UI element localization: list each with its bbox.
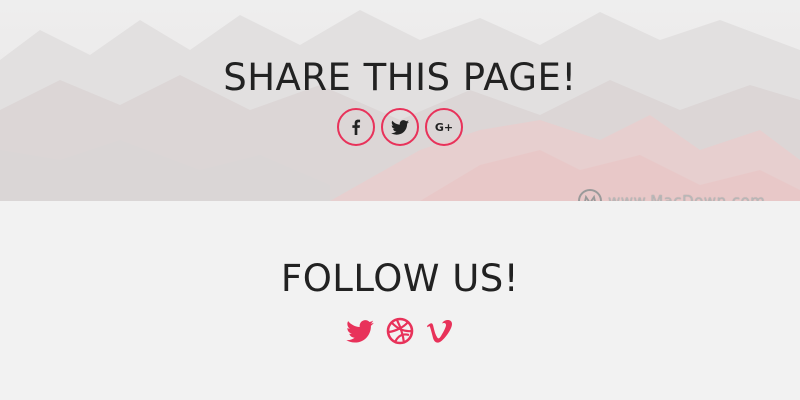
share-buttons: G+ <box>0 108 800 146</box>
mountain-background-image <box>0 10 800 201</box>
macdown-logo-icon <box>578 189 602 201</box>
follow-icons <box>0 316 800 346</box>
dribbble-icon <box>386 317 414 345</box>
follow-section: FOLLOW US! <box>0 201 800 400</box>
facebook-icon <box>352 119 361 135</box>
watermark-text: www.MacDown.com <box>608 192 766 201</box>
watermark: www.MacDown.com <box>578 189 765 201</box>
vimeo-icon <box>427 320 452 343</box>
twitter-share-button[interactable] <box>381 108 419 146</box>
google-plus-share-button[interactable]: G+ <box>425 108 463 146</box>
twitter-follow-link[interactable] <box>345 316 375 346</box>
google-plus-icon: G+ <box>434 120 454 134</box>
share-section: SHARE THIS PAGE! G+ www.MacDown.com <box>0 0 800 201</box>
share-title: SHARE THIS PAGE! <box>223 56 577 99</box>
follow-title: FOLLOW US! <box>280 257 520 300</box>
vimeo-follow-link[interactable] <box>425 316 455 346</box>
twitter-icon <box>346 319 374 343</box>
facebook-share-button[interactable] <box>337 108 375 146</box>
dribbble-follow-link[interactable] <box>385 316 415 346</box>
twitter-icon <box>391 119 409 135</box>
